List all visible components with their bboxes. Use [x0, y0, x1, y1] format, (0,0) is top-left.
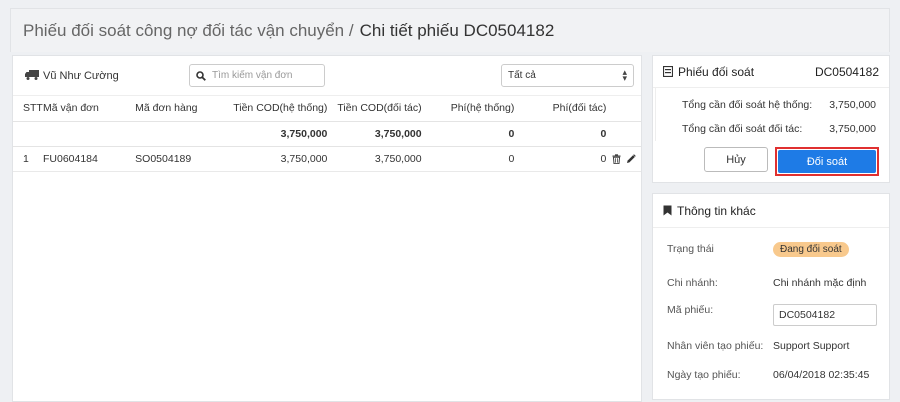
table-row: 1 FU0604184 SO0504189 3,750,000 3,750,00… — [13, 146, 641, 172]
summary-system-row: Tổng cần đối soát hệ thống: 3,750,000 — [656, 93, 889, 117]
search-input[interactable] — [212, 70, 312, 81]
cell-cod-partner: 3,750,000 — [327, 146, 422, 172]
creator-value: Support Support — [773, 340, 850, 352]
breadcrumb-parent[interactable]: Phiếu đối soát công nợ đối tác vận chuyể… — [23, 21, 354, 41]
breadcrumb: Phiếu đối soát công nợ đối tác vận chuyể… — [10, 8, 890, 52]
branch-label: Chi nhánh: — [667, 277, 718, 289]
page-title: Chi tiết phiếu DC0504182 — [359, 20, 555, 40]
bookmark-icon — [663, 205, 672, 216]
summary-system-value: 3,750,000 — [829, 99, 876, 111]
summary-card: Phiếu đối soát DC0504182 Tổng cần đối so… — [652, 55, 890, 183]
table-header-row: STT Mã vận đơn Mã đơn hàng Tiền COD(hệ t… — [13, 96, 641, 122]
summary-system-label: Tổng cần đối soát hệ thống: — [682, 99, 813, 111]
summary-header: Phiếu đối soát DC0504182 — [653, 56, 889, 88]
info-code-row: Mã phiếu: — [653, 298, 889, 330]
col-cod-system: Tiền COD(hệ thống) — [227, 96, 328, 122]
cell-fee-system: 0 — [421, 146, 515, 172]
document-icon — [663, 66, 673, 77]
branch-value: Chi nhánh mặc định — [773, 277, 867, 289]
code-label: Mã phiếu: — [667, 304, 714, 316]
row-actions — [606, 146, 641, 172]
col-stt: STT — [13, 96, 43, 122]
sort-arrows-icon: ▴ ▾ — [622, 67, 627, 83]
info-title: Thông tin khác — [677, 203, 756, 218]
date-label: Ngày tạo phiếu: — [667, 369, 741, 381]
status-label: Trạng thái — [667, 243, 714, 255]
search-box[interactable] — [189, 64, 325, 87]
page: Phiếu đối soát công nợ đối tác vận chuyể… — [10, 8, 890, 402]
status-badge: Đang đối soát — [773, 241, 849, 257]
totals-row: 3,750,000 3,750,000 0 0 — [13, 121, 641, 147]
info-header: Thông tin khác — [653, 194, 889, 228]
summary-partner-value: 3,750,000 — [829, 123, 876, 135]
trash-icon[interactable] — [612, 154, 621, 164]
creator-label: Nhân viên tạo phiếu: — [667, 340, 764, 352]
summary-body: Tổng cần đối soát hệ thống: 3,750,000 Tổ… — [655, 88, 889, 141]
summary-partner-label: Tổng cần đối soát đối tác: — [682, 123, 803, 135]
confirm-highlight: Đối soát — [775, 147, 879, 176]
total-cod-partner: 3,750,000 — [327, 121, 422, 147]
info-status-row: Trạng thái Đang đối soát — [653, 230, 889, 268]
detail-panel: Vũ Như Cường Tất cả ▴▾ STT — [12, 55, 642, 402]
search-icon — [196, 70, 206, 81]
cell-fee-partner: 0 — [514, 146, 607, 172]
filter-selected: Tất cả — [508, 70, 536, 81]
summary-partner-row: Tổng cần đối soát đối tác: 3,750,000 — [656, 117, 889, 141]
cell-don-hang: SO0504189 — [135, 146, 228, 172]
truck-icon — [25, 70, 39, 80]
col-don-hang: Mã đơn hàng — [135, 96, 228, 122]
info-card: Thông tin khác Trạng thái Đang đối soát … — [652, 193, 890, 400]
col-cod-partner: Tiền COD(đối tác) — [327, 96, 422, 122]
total-fee-system: 0 — [421, 121, 515, 147]
content: Vũ Như Cường Tất cả ▴▾ STT — [12, 55, 890, 402]
pencil-icon[interactable] — [626, 153, 636, 164]
table-toolbar: Vũ Như Cường Tất cả ▴▾ — [13, 56, 641, 96]
col-actions — [606, 96, 641, 122]
cell-van-don: FU0604184 — [42, 146, 136, 172]
filter-select[interactable]: Tất cả ▴ ▾ — [501, 64, 634, 87]
summary-title: Phiếu đối soát — [678, 64, 755, 79]
info-creator-row: Nhân viên tạo phiếu: Support Support — [653, 330, 889, 362]
code-input[interactable] — [773, 304, 877, 326]
reconcile-button[interactable]: Đối soát — [778, 150, 876, 173]
summary-actions: Hủy Đối soát — [653, 141, 889, 176]
col-fee-system: Phí(hệ thống) — [421, 96, 515, 122]
total-fee-partner: 0 — [514, 121, 607, 147]
cell-stt: 1 — [13, 146, 43, 172]
col-fee-partner: Phí(đối tác) — [514, 96, 607, 122]
detail-table: STT Mã vận đơn Mã đơn hàng Tiền COD(hệ t… — [13, 96, 641, 172]
date-value: 06/04/2018 02:35:45 — [773, 369, 870, 381]
info-date-row: Ngày tạo phiếu: 06/04/2018 02:35:45 — [653, 362, 889, 388]
summary-code: DC0504182 — [814, 64, 879, 79]
cancel-button[interactable]: Hủy — [704, 147, 768, 172]
total-cod-system: 3,750,000 — [227, 121, 328, 147]
cell-cod-system: 3,750,000 — [227, 146, 328, 172]
info-branch-row: Chi nhánh: Chi nhánh mặc định — [653, 268, 889, 298]
carrier-name: Vũ Như Cường — [43, 70, 119, 82]
col-van-don: Mã vận đơn — [42, 96, 136, 122]
side-panel: Phiếu đối soát DC0504182 Tổng cần đối so… — [652, 55, 890, 400]
